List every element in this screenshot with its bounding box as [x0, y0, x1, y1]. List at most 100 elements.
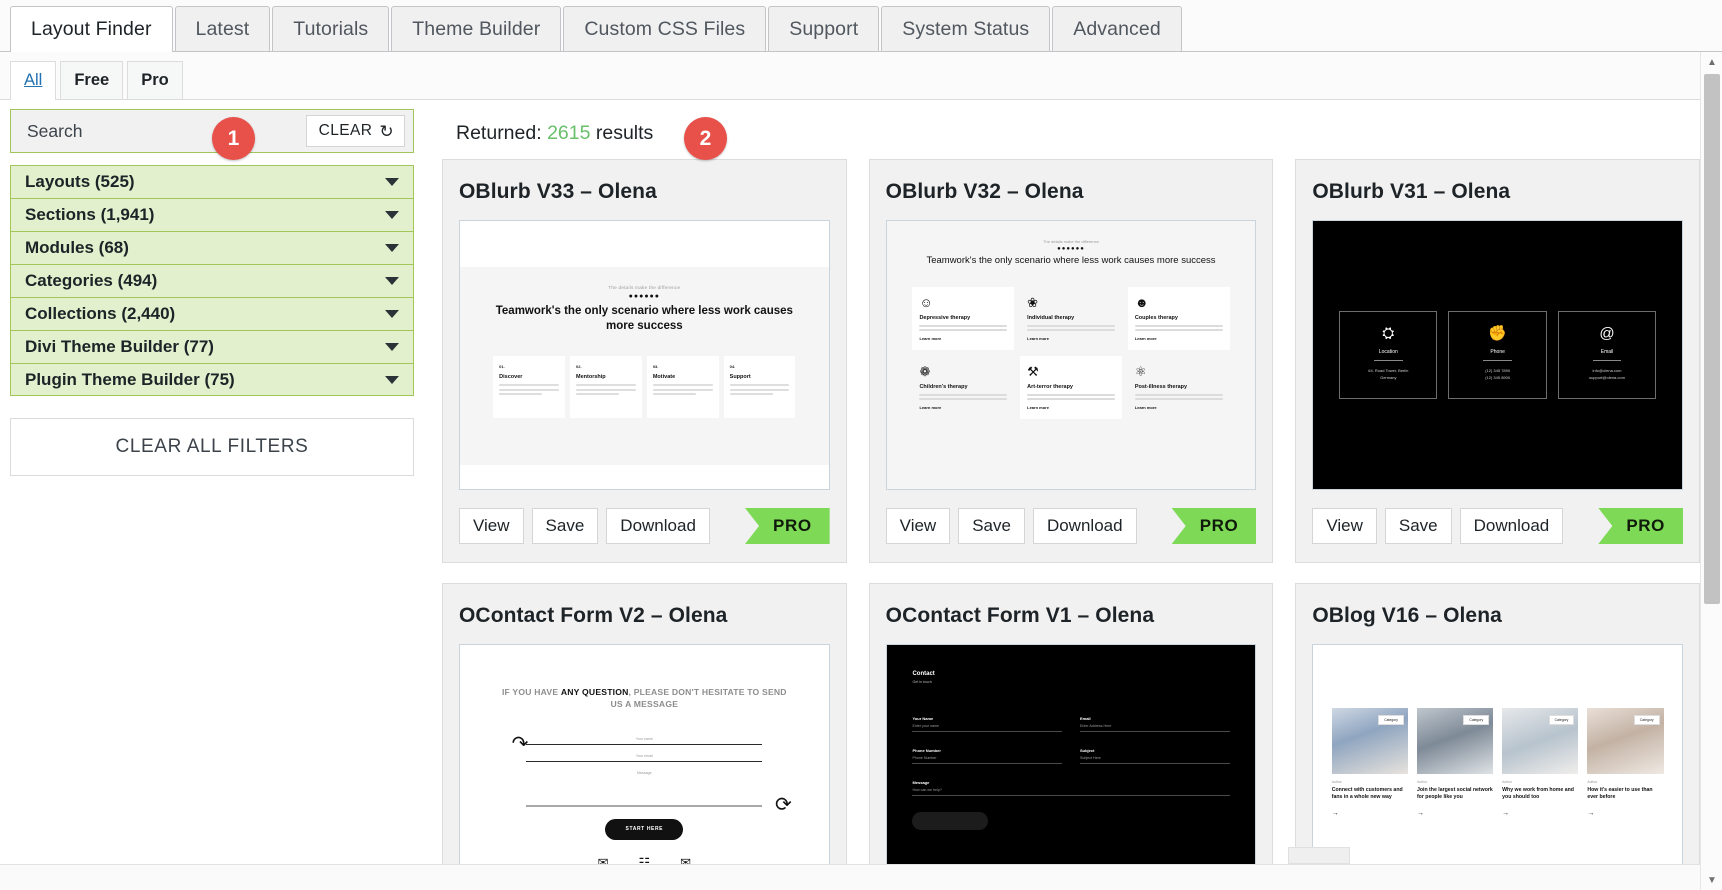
- tab-theme-builder[interactable]: Theme Builder: [391, 6, 561, 51]
- card-title: OContact Form V1 – Olena: [886, 604, 1257, 628]
- head-icon: ☺: [919, 296, 1007, 309]
- preview-text-line: [730, 389, 790, 391]
- tab-layout-finder[interactable]: Layout Finder: [10, 6, 173, 52]
- subtab-free[interactable]: Free: [60, 61, 123, 99]
- preview-text-line: [1027, 329, 1115, 331]
- filter-label: Sections (1,941): [25, 205, 154, 225]
- wellness-icon: ⚛: [1135, 365, 1223, 378]
- scrollbar-thumb[interactable]: [1704, 74, 1720, 604]
- card-thumbnail[interactable]: ⛭ Location 64, Road Tower, Berlin German…: [1312, 220, 1683, 490]
- filter-group-layouts[interactable]: Layouts (525): [10, 165, 414, 198]
- preview-post-grid: Category Author Connect with customers a…: [1332, 708, 1664, 817]
- arrow-right-icon: →: [1417, 810, 1493, 817]
- clear-search-button[interactable]: CLEAR ↻: [306, 115, 405, 147]
- preview-text-line: [730, 384, 790, 386]
- vertical-scrollbar[interactable]: ▲ ▼: [1700, 52, 1722, 890]
- save-button[interactable]: Save: [958, 508, 1025, 544]
- filter-group-plugin-theme-builder[interactable]: Plugin Theme Builder (75): [10, 363, 414, 396]
- filter-group-modules[interactable]: Modules (68): [10, 231, 414, 264]
- art-icon: ⚒: [1027, 365, 1115, 378]
- tab-latest[interactable]: Latest: [175, 6, 271, 51]
- filter-group-categories[interactable]: Categories (494): [10, 264, 414, 297]
- preview-field: Your name: [526, 737, 762, 745]
- refresh-icon: ↻: [379, 123, 394, 140]
- preview-field-label: Phone Number: [912, 748, 1062, 753]
- preview-text-line: [499, 389, 559, 391]
- layout-card[interactable]: OBlurb V32 – Olena The details make the …: [869, 159, 1274, 563]
- app-window: Layout Finder Latest Tutorials Theme Bui…: [0, 0, 1722, 890]
- clear-all-filters-button[interactable]: CLEAR ALL FILTERS: [10, 418, 414, 476]
- scroll-down-arrow-icon[interactable]: ▼: [1701, 870, 1722, 890]
- card-action-row: View Save Download PRO: [886, 508, 1257, 544]
- subtab-pro[interactable]: Pro: [127, 61, 183, 99]
- download-button[interactable]: Download: [1460, 508, 1564, 544]
- tab-support[interactable]: Support: [768, 6, 879, 51]
- layout-card[interactable]: OContact Form V2 – Olena IF YOU HAVE ANY…: [442, 583, 847, 890]
- marker-number: 2: [700, 127, 712, 151]
- card-thumbnail[interactable]: Contact Get in touch Your Name Enter you…: [886, 644, 1257, 890]
- tab-label: Theme Builder: [412, 18, 540, 40]
- preview-item-title: Email: [1565, 349, 1649, 355]
- arrow-right-icon: →: [1587, 810, 1663, 817]
- download-button[interactable]: Download: [606, 508, 710, 544]
- preview-text-line: [653, 393, 696, 395]
- tab-tutorials[interactable]: Tutorials: [272, 6, 389, 51]
- preview-field: Your email: [526, 754, 762, 762]
- horizontal-scrollbar-track[interactable]: [0, 864, 1700, 890]
- preview-item-line: 64, Road Tower, Berlin: [1346, 368, 1430, 375]
- download-button[interactable]: Download: [1033, 508, 1137, 544]
- view-button[interactable]: View: [459, 508, 524, 544]
- preview-bottom-spacer: [460, 465, 829, 489]
- tab-advanced[interactable]: Advanced: [1052, 6, 1182, 51]
- tab-system-status[interactable]: System Status: [881, 6, 1050, 51]
- preview-card-grid: ⛭ Location 64, Road Tower, Berlin German…: [1339, 311, 1656, 399]
- preview-text-line: [653, 384, 713, 386]
- layout-card[interactable]: OBlog V16 – Olena Category Author Connec…: [1295, 583, 1700, 890]
- tab-custom-css-files[interactable]: Custom CSS Files: [563, 6, 766, 51]
- tab-label: Support: [789, 18, 858, 40]
- view-button[interactable]: View: [1312, 508, 1377, 544]
- preview-item-line: (12) 345 8900: [1455, 375, 1539, 382]
- couple-icon: ☻: [1135, 296, 1223, 309]
- preview-field-line: [912, 763, 1062, 764]
- card-thumbnail[interactable]: Category Author Connect with customers a…: [1312, 644, 1683, 890]
- view-button[interactable]: View: [886, 508, 951, 544]
- scroll-up-arrow-icon[interactable]: ▲: [1701, 52, 1722, 72]
- preview-item: ⛭ Location 64, Road Tower, Berlin German…: [1339, 311, 1437, 399]
- chevron-down-icon: [385, 376, 399, 384]
- preview-field-line: [1080, 763, 1230, 764]
- preview-field-columns: Your Name Enter your name Phone Number P…: [912, 716, 1229, 780]
- subtab-all[interactable]: All: [10, 61, 56, 100]
- filter-group-collections[interactable]: Collections (2,440): [10, 297, 414, 330]
- layout-card[interactable]: OContact Form V1 – Olena Contact Get in …: [869, 583, 1274, 890]
- card-thumbnail[interactable]: The details make the difference ●●●●●● T…: [886, 220, 1257, 490]
- preview-item: 04. Support: [724, 356, 796, 418]
- preview-text-line: [730, 393, 773, 395]
- preview-field-placeholder: Subject Here: [1080, 756, 1230, 760]
- preview-learn-more: Learn more: [1135, 405, 1223, 410]
- preview-category-badge: Category: [1378, 715, 1404, 725]
- preview-text-line: [1027, 398, 1115, 400]
- preview-text-line: [919, 325, 1007, 327]
- layout-card[interactable]: OBlurb V33 – Olena The details make the …: [442, 159, 847, 563]
- preview-item-line: Germany: [1346, 375, 1430, 382]
- preview-text-line: [576, 389, 636, 391]
- preview-item: ☺ Depressive therapy Learn more: [912, 287, 1014, 350]
- preview-field-placeholder: Enter Address Here: [1080, 724, 1230, 728]
- preview-cta-button: START HERE: [605, 819, 683, 840]
- filter-group-sections[interactable]: Sections (1,941): [10, 198, 414, 231]
- preview-text-line: [1135, 394, 1223, 396]
- card-thumbnail[interactable]: IF YOU HAVE ANY QUESTION, PLEASE DON'T H…: [459, 644, 830, 890]
- filter-label: Divi Theme Builder (77): [25, 337, 214, 357]
- save-button[interactable]: Save: [1385, 508, 1452, 544]
- filter-sidebar: CLEAR ↻ Layouts (525) Sections (1,941) M…: [0, 100, 424, 476]
- layout-card[interactable]: OBlurb V31 – Olena ⛭ Location 64, Road T…: [1295, 159, 1700, 563]
- clear-button-label: CLEAR: [319, 122, 373, 140]
- card-thumbnail[interactable]: The details make the difference ●●●●●● T…: [459, 220, 830, 490]
- annotation-marker-1: 1: [212, 117, 255, 160]
- horizontal-scrollbar-thumb[interactable]: [1288, 847, 1350, 864]
- preview-field-label: Message: [526, 771, 762, 775]
- save-button[interactable]: Save: [532, 508, 599, 544]
- filter-group-divi-theme-builder[interactable]: Divi Theme Builder (77): [10, 330, 414, 363]
- search-input[interactable]: [25, 115, 306, 147]
